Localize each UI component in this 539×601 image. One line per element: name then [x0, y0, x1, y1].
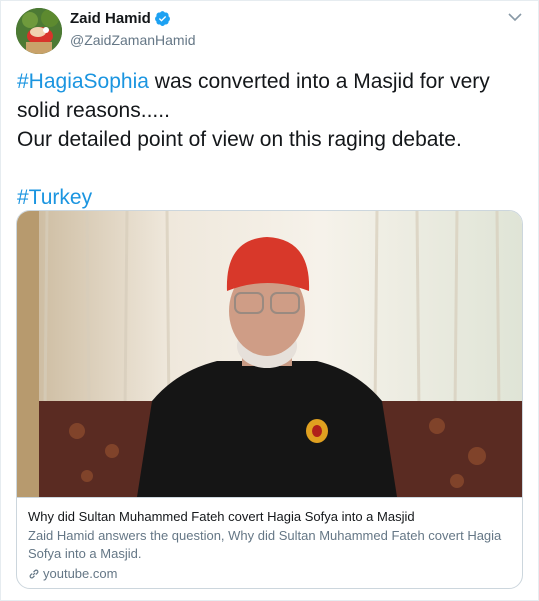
author-name[interactable]: Zaid Hamid	[70, 10, 151, 27]
tweet: Zaid Hamid @ZaidZamanHamid #HagiaSophia …	[0, 0, 539, 601]
tweet-line-1-text: was converted into a Masjid for very	[148, 70, 490, 93]
card-title[interactable]: Why did Sultan Muhammed Fateh covert Hag…	[28, 508, 513, 525]
card-description: Zaid Hamid answers the question, Why did…	[28, 528, 502, 561]
card-domain-row: youtube.com	[28, 566, 513, 581]
chevron-down-icon[interactable]	[508, 12, 522, 22]
tweet-line-3: Our detailed point of view on this ragin…	[17, 128, 462, 151]
hashtag-hagiasophia-link[interactable]: #HagiaSophia	[17, 70, 149, 93]
tweet-text: #HagiaSophia was converted into a Masjid…	[17, 67, 522, 212]
author-handle[interactable]: @ZaidZamanHamid	[70, 32, 195, 48]
card-body[interactable]: Why did Sultan Muhammed Fateh covert Hag…	[17, 497, 522, 588]
link-card[interactable]: Why did Sultan Muhammed Fateh covert Hag…	[16, 210, 523, 589]
tweet-line-2: solid reasons.....	[17, 99, 170, 122]
author-name-row[interactable]: Zaid Hamid	[70, 10, 171, 27]
tweet-line-spacer	[17, 154, 522, 183]
link-icon	[29, 569, 39, 578]
hashtag-turkey-link[interactable]: #Turkey	[17, 186, 92, 209]
avatar[interactable]	[16, 8, 62, 54]
tweet-line-5: #Turkey	[17, 183, 522, 212]
video-thumbnail[interactable]	[17, 211, 523, 497]
card-domain: youtube.com	[43, 566, 118, 581]
tweet-line-1: #HagiaSophia was converted into a Masjid…	[17, 67, 522, 96]
verified-badge-icon	[154, 11, 170, 26]
